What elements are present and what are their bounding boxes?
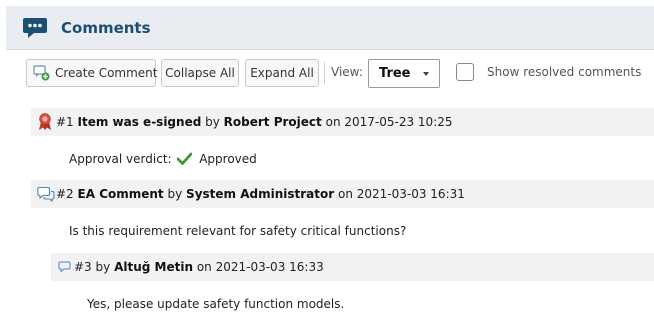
comment-row: #3 by Altuğ Metin on 2021-03-03 16:33	[51, 253, 654, 281]
expand-all-button[interactable]: Expand All	[245, 59, 319, 87]
comment-title: Item was e-signed	[77, 115, 202, 129]
by-word: by	[205, 115, 220, 129]
comment-date: on 2021-03-03 16:31	[337, 187, 465, 201]
comments-header: Comments	[6, 6, 654, 50]
create-comment-label: Create Comment	[55, 66, 158, 80]
verdict-value: Approved	[199, 152, 257, 166]
by-word: by	[95, 260, 111, 274]
create-comment-button[interactable]: Create Comment	[26, 59, 158, 87]
add-comment-icon	[33, 65, 50, 81]
show-resolved-label[interactable]: Show resolved comments	[487, 65, 641, 79]
view-label: View:	[331, 65, 363, 79]
comment-number: #3	[74, 260, 92, 274]
comment-header-text: #1 Item was e-signed by Robert Project o…	[56, 115, 453, 129]
comment-date: on 2017-05-23 10:25	[325, 115, 453, 129]
chevron-down-icon	[423, 72, 429, 76]
verdict-label: Approval verdict:	[69, 152, 172, 166]
view-select-value: Tree	[379, 66, 411, 81]
comments-toolbar: Create Comment Collapse All Expand All V…	[26, 59, 646, 89]
comment-row: #1 Item was e-signed by Robert Project o…	[31, 108, 654, 136]
comment-icon	[58, 261, 71, 273]
comment-author: Robert Project	[223, 115, 322, 129]
toolbar-divider	[324, 62, 325, 84]
page-title: Comments	[61, 19, 151, 37]
speech-bubble-icon	[23, 18, 47, 38]
checkmark-icon	[177, 152, 193, 165]
comment-title: EA Comment	[77, 187, 164, 201]
comment-body: Is this requirement relevant for safety …	[69, 224, 407, 238]
comment-header-text: #2 EA Comment by System Administrator on…	[56, 187, 465, 201]
comment-number: #1	[56, 115, 74, 129]
comment-date: on 2021-03-03 16:33	[196, 260, 324, 274]
comment-row: #2 EA Comment by System Administrator on…	[31, 180, 654, 208]
comment-author: System Administrator	[186, 187, 335, 201]
comment-number: #2	[56, 187, 74, 201]
comment-body: Yes, please update safety function model…	[87, 297, 345, 311]
comment-author: Altuğ Metin	[114, 260, 193, 274]
comments-icon	[37, 186, 55, 202]
comment-header-text: #3 by Altuğ Metin on 2021-03-03 16:33	[74, 260, 324, 274]
collapse-all-button[interactable]: Collapse All	[161, 59, 239, 87]
ribbon-icon	[39, 113, 51, 130]
by-word: by	[167, 187, 183, 201]
show-resolved-checkbox[interactable]	[456, 63, 474, 81]
view-select[interactable]: Tree	[368, 59, 440, 88]
approval-verdict: Approval verdict: Approved	[69, 152, 257, 166]
